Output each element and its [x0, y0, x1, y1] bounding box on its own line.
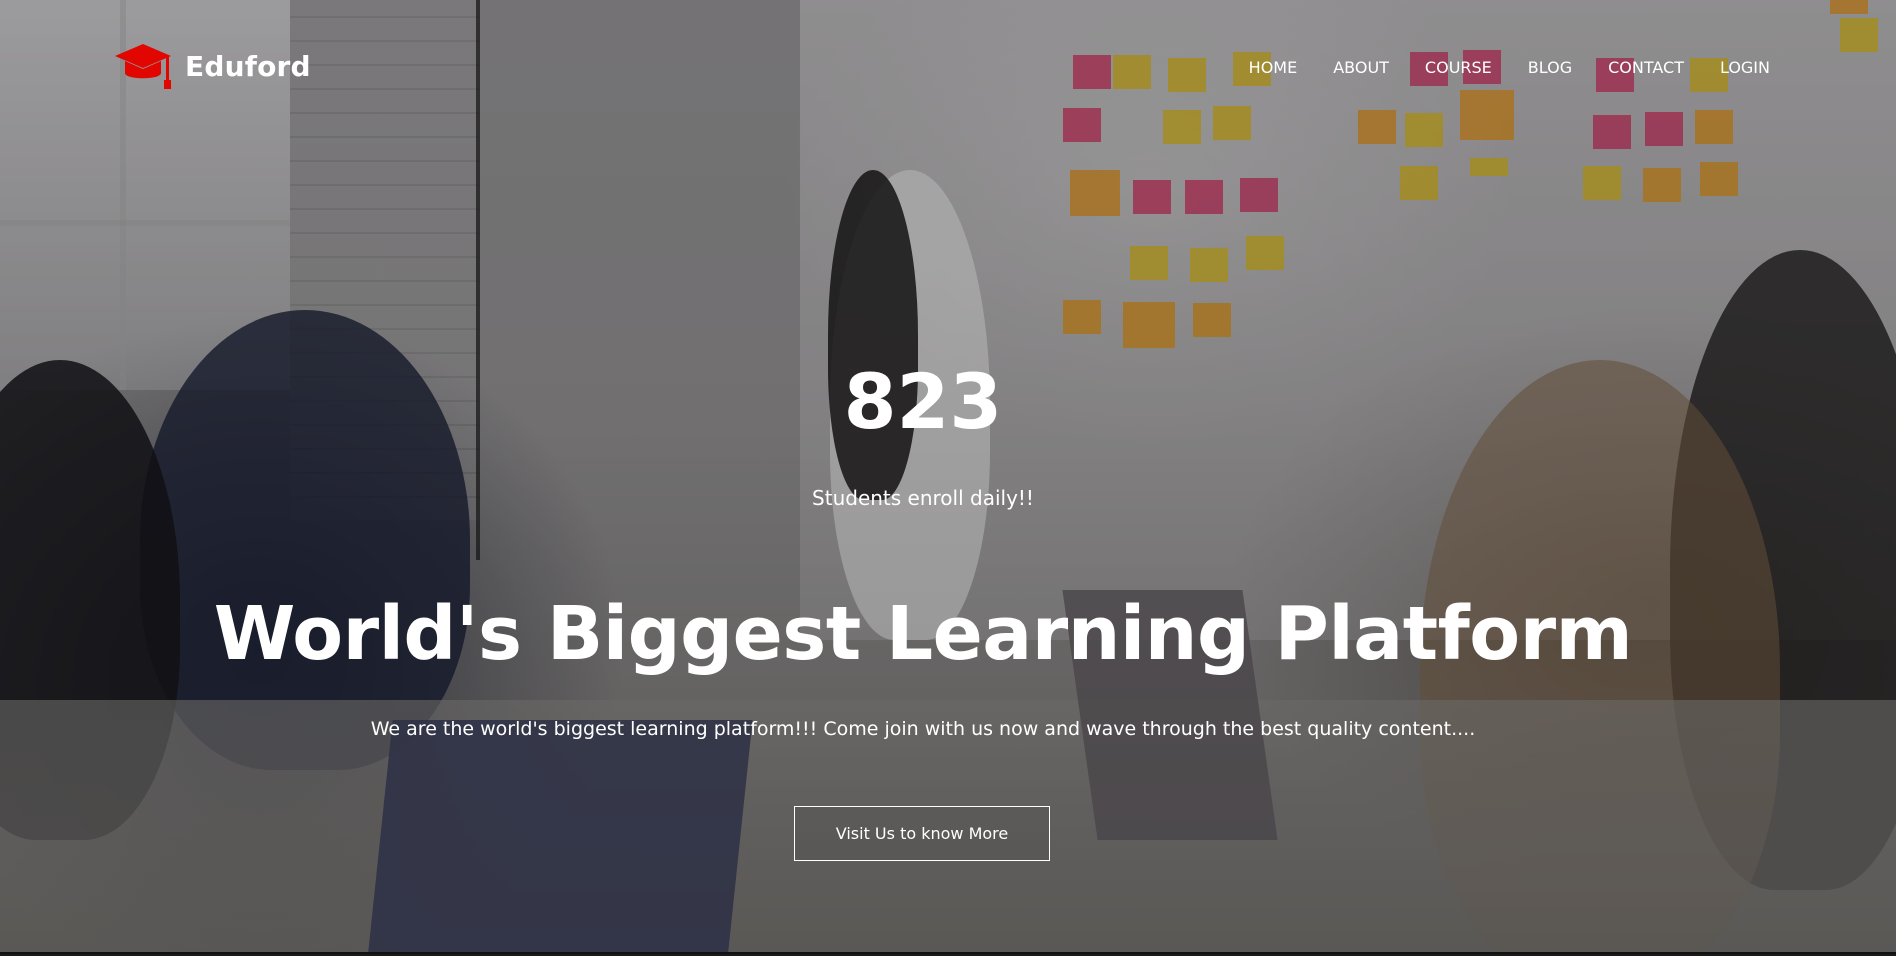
page-bottom-border: [0, 952, 1896, 954]
nav-item-about[interactable]: ABOUT: [1297, 58, 1389, 77]
nav-item-home[interactable]: HOME: [1213, 58, 1298, 77]
brand-logo[interactable]: Eduford: [113, 40, 311, 92]
nav-item-contact[interactable]: CONTACT: [1572, 58, 1684, 77]
brand-name: Eduford: [185, 49, 311, 83]
nav-item-blog[interactable]: BLOG: [1492, 58, 1572, 77]
visit-us-button[interactable]: Visit Us to know More: [794, 806, 1050, 861]
nav-item-course[interactable]: COURSE: [1389, 58, 1492, 77]
hero-subtitle: We are the world's biggest learning plat…: [370, 718, 1476, 740]
nav-item-login[interactable]: LOGIN: [1684, 58, 1770, 77]
counter-caption: Students enroll daily!!: [812, 486, 1034, 510]
graduation-cap-icon: [115, 44, 171, 89]
hero-section: Eduford HOME ABOUT COURSE BLOG CONTACT L…: [0, 0, 1896, 954]
enrollment-counter: 823: [843, 357, 1003, 446]
hero-headline: World's Biggest Learning Platform: [213, 591, 1633, 677]
main-navigation: HOME ABOUT COURSE BLOG CONTACT LOGIN: [1213, 58, 1770, 77]
